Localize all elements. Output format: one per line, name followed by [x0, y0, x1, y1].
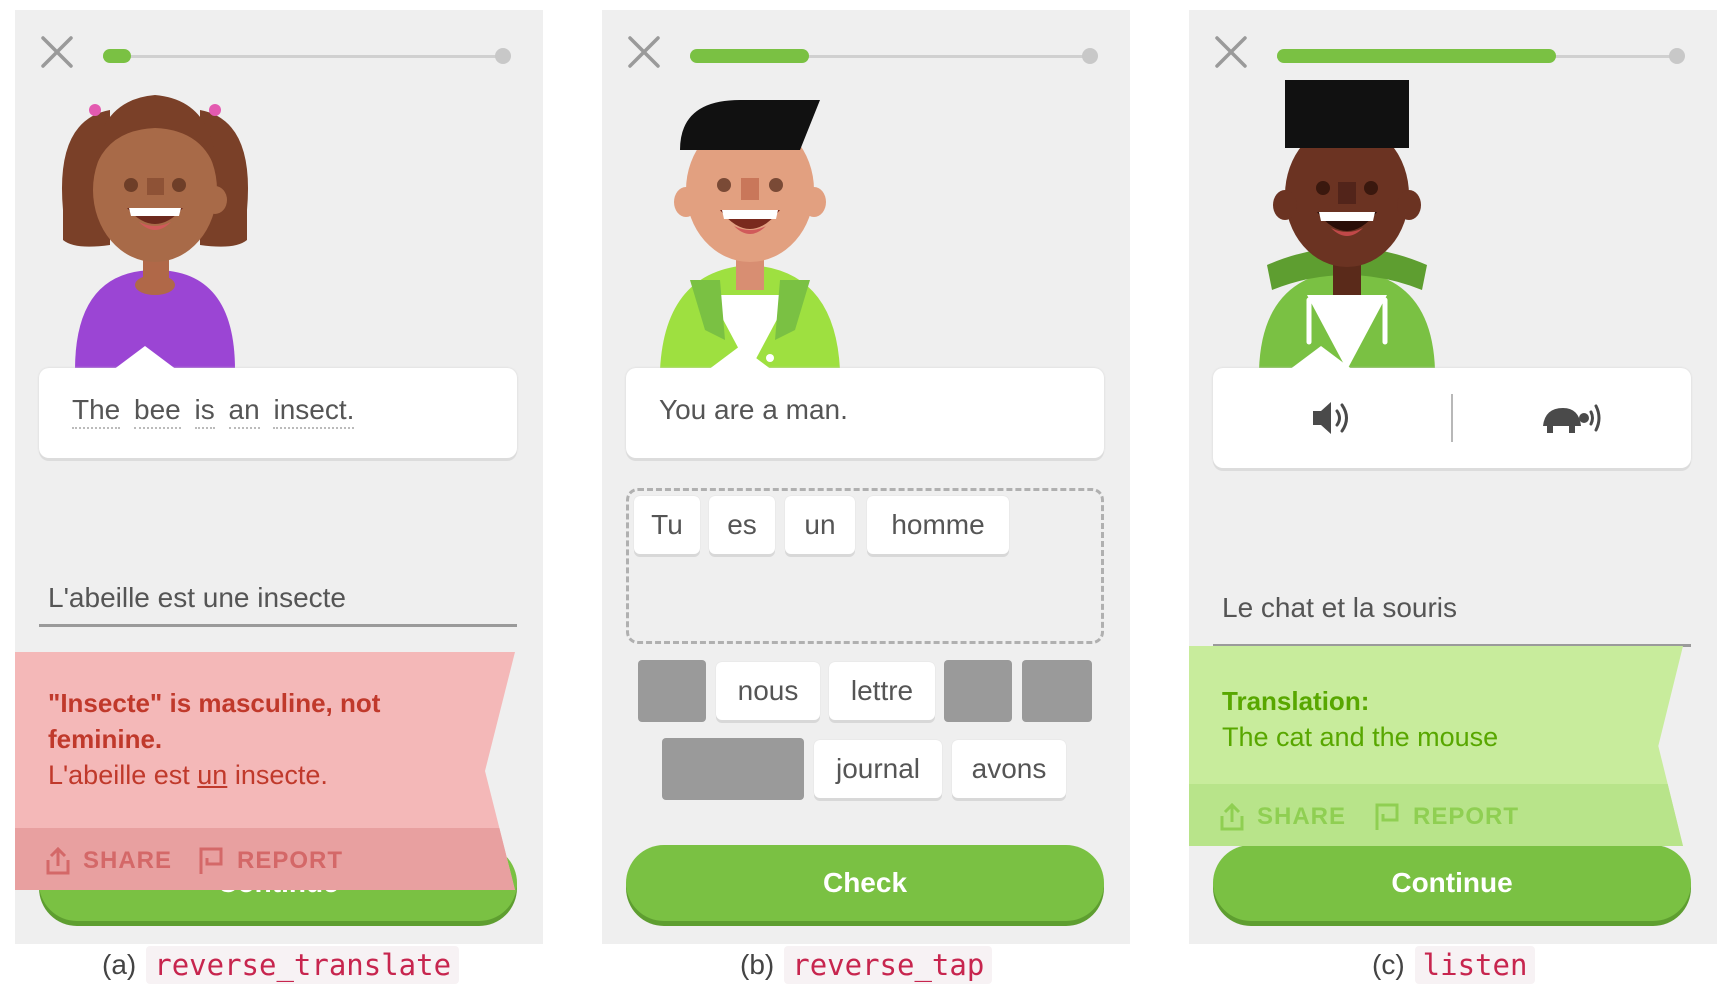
panel-reverse-translate: The bee is an insect. L'abeille est une … — [15, 10, 543, 944]
report-button[interactable]: REPORT — [1373, 802, 1519, 832]
check-button[interactable]: Check — [626, 845, 1104, 921]
used-word-slot — [1022, 660, 1092, 722]
answer-underline — [39, 624, 517, 627]
used-word-slot — [944, 660, 1012, 722]
bubble-pointer — [708, 346, 772, 370]
progress-fill — [1277, 49, 1556, 63]
selected-word-chip[interactable]: homme — [867, 496, 1009, 554]
prompt-sentence: The bee is an insect. — [72, 394, 360, 429]
word-bank-chip[interactable]: avons — [952, 740, 1066, 798]
panel-reverse-tap: You are a man. Tu es un homme nous lettr… — [602, 10, 1130, 944]
caption-c: (c) listen — [1372, 945, 1536, 985]
answer-input[interactable]: Le chat et la souris — [1222, 592, 1457, 624]
continue-button[interactable]: Continue — [1213, 845, 1691, 921]
prompt-sentence: You are a man. — [659, 394, 848, 425]
caption-letter: (a) — [102, 949, 137, 980]
avatar-boy — [660, 100, 840, 370]
close-icon[interactable] — [37, 32, 77, 72]
close-icon[interactable] — [1211, 32, 1251, 72]
progress-end-dot — [495, 48, 511, 64]
caption-letter: (c) — [1372, 949, 1405, 980]
feedback-action-bar: SHARE REPORT — [1189, 784, 1683, 846]
word-bank-chip[interactable]: journal — [814, 740, 942, 798]
answer-input[interactable]: L'abeille est une insecte — [48, 582, 346, 614]
selected-word-chip[interactable]: un — [785, 496, 855, 554]
caption-b: (b) reverse_tap — [740, 945, 993, 985]
close-icon[interactable] — [624, 32, 664, 72]
speaker-icon[interactable] — [1309, 396, 1355, 440]
feedback-translation: The cat and the mouse — [1222, 722, 1499, 752]
progress-track — [103, 55, 501, 58]
prompt-word[interactable]: The — [72, 394, 121, 429]
correction-after: insecte. — [227, 760, 328, 790]
caption-code: listen — [1414, 946, 1536, 984]
prompt-word[interactable]: bee — [134, 394, 181, 429]
bubble-pointer — [113, 346, 177, 370]
share-icon — [1220, 802, 1244, 831]
feedback-title: Translation: — [1222, 686, 1370, 716]
word-bank-chip[interactable]: lettre — [829, 662, 935, 720]
progress-fill — [690, 49, 810, 63]
prompt-word[interactable]: an — [228, 394, 260, 429]
share-label: SHARE — [1257, 803, 1347, 830]
feedback-title-line2: feminine. — [48, 724, 163, 754]
word-bank-chip[interactable]: nous — [716, 662, 820, 720]
avatar-man — [1259, 80, 1435, 370]
feedback-action-bar: SHARE REPORT — [15, 828, 515, 890]
prompt-word[interactable]: is — [194, 394, 215, 429]
report-label: REPORT — [1413, 803, 1520, 830]
prompt-bubble: You are a man. — [626, 346, 1104, 458]
report-button[interactable]: REPORT — [197, 846, 343, 876]
progress-fill — [103, 49, 131, 63]
correction-highlight: un — [197, 760, 228, 790]
progress-end-dot — [1082, 48, 1098, 64]
bubble-pointer — [1289, 346, 1353, 370]
selected-word-chip[interactable]: Tu — [634, 496, 700, 554]
feedback-correction: L'abeille est un insecte. — [48, 760, 328, 791]
caption-a: (a) reverse_translate — [102, 945, 460, 985]
share-button[interactable]: SHARE — [1219, 802, 1346, 832]
caption-letter: (b) — [740, 949, 775, 980]
share-button[interactable]: SHARE — [45, 846, 172, 876]
audio-controls — [1213, 346, 1691, 468]
success-feedback-banner: Translation: The cat and the mouse SHARE… — [1189, 646, 1683, 846]
share-label: SHARE — [83, 847, 173, 874]
used-word-slot — [662, 738, 804, 800]
audio-divider — [1451, 394, 1453, 442]
progress-end-dot — [1669, 48, 1685, 64]
caption-code: reverse_translate — [146, 946, 460, 984]
prompt-bubble: The bee is an insect. — [39, 346, 517, 458]
avatar-girl — [61, 95, 249, 370]
used-word-slot — [638, 660, 706, 722]
feedback-title-line1: "Insecte" is masculine, not — [48, 688, 381, 718]
flag-icon — [1375, 803, 1399, 830]
caption-code: reverse_tap — [784, 946, 993, 984]
report-label: REPORT — [237, 847, 344, 874]
correction-before: L'abeille est — [48, 760, 198, 790]
error-feedback-banner: "Insecte" is masculine, not feminine. L'… — [15, 652, 515, 890]
flag-icon — [199, 847, 223, 874]
share-icon — [46, 846, 70, 875]
panel-listen: Le chat et la souris Continue Translatio… — [1189, 10, 1717, 944]
prompt-word[interactable]: insect. — [273, 394, 355, 429]
selected-word-chip[interactable]: es — [709, 496, 775, 554]
turtle-icon[interactable] — [1539, 396, 1603, 440]
